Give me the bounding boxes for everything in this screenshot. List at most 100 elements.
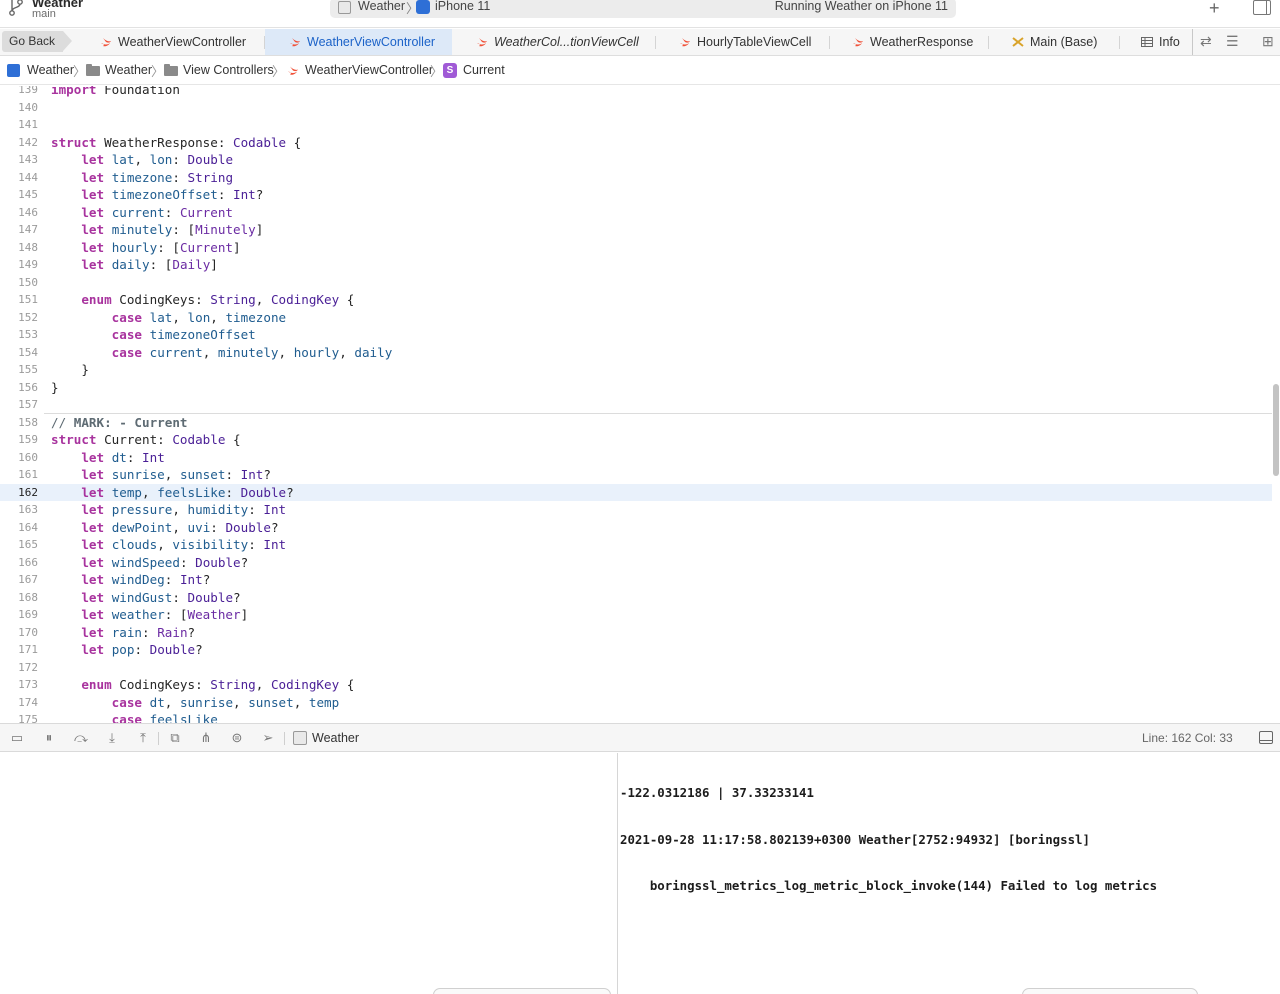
code-line[interactable]: 139 import Foundation (0, 86, 1272, 99)
code-line[interactable]: 167 let windDeg: Int? (0, 571, 1272, 589)
process-selector[interactable]: Weather (312, 731, 359, 745)
code-line[interactable]: 156} (0, 379, 1272, 397)
code-line[interactable]: 146 let current: Current (0, 204, 1272, 222)
code-line[interactable]: 158 // MARK: - Current (0, 414, 1272, 432)
line-number[interactable]: 151 (0, 291, 38, 309)
code-line[interactable]: 141 (0, 116, 1272, 134)
code-line[interactable]: 170 let rain: Rain? (0, 624, 1272, 642)
line-number[interactable]: 161 (0, 466, 38, 484)
code-line[interactable]: 149 let daily: [Daily] (0, 256, 1272, 274)
line-number[interactable]: 164 (0, 519, 38, 537)
tab-hourly-table-view-cell[interactable]: HourlyTableViewCell (679, 29, 829, 55)
line-number[interactable]: 153 (0, 326, 38, 344)
line-number[interactable]: 169 (0, 606, 38, 624)
line-number[interactable]: 174 (0, 694, 38, 712)
line-number[interactable]: 172 (0, 659, 38, 677)
environment-overrides-icon[interactable]: ⊜ (230, 731, 244, 745)
line-number[interactable]: 155 (0, 361, 38, 379)
code-line[interactable]: 148 let hourly: [Current] (0, 239, 1272, 257)
line-number[interactable]: 170 (0, 624, 38, 642)
code-line[interactable]: 171 let pop: Double? (0, 641, 1272, 659)
line-number[interactable]: 141 (0, 116, 38, 134)
line-number[interactable]: 150 (0, 274, 38, 292)
line-number[interactable]: 142 (0, 134, 38, 152)
line-number[interactable]: 160 (0, 449, 38, 467)
swap-arrows-icon[interactable]: ⇄ (1200, 33, 1212, 50)
code-line[interactable]: 173 enum CodingKeys: String, CodingKey { (0, 676, 1272, 694)
go-back-button[interactable]: Go Back (2, 31, 73, 52)
code-line[interactable]: 145 let timezoneOffset: Int? (0, 186, 1272, 204)
line-number[interactable]: 154 (0, 344, 38, 362)
hide-debug-area-icon[interactable]: ▭ (10, 731, 24, 745)
code-line[interactable]: 151 enum CodingKeys: String, CodingKey { (0, 291, 1272, 309)
tab-weather-collection-view-cell[interactable]: WeatherCol...tionViewCell (476, 29, 646, 55)
line-number[interactable]: 146 (0, 204, 38, 222)
line-number[interactable]: 162 (0, 484, 38, 502)
code-line[interactable]: 144 let timezone: String (0, 169, 1272, 187)
code-line[interactable]: 161 let sunrise, sunset: Int? (0, 466, 1272, 484)
tab-weather-view-controller[interactable]: WeatherViewController (100, 29, 260, 55)
line-number[interactable]: 139 (0, 86, 38, 99)
pane-divider[interactable] (617, 753, 618, 994)
code-line[interactable]: 166 let windSpeed: Double? (0, 554, 1272, 572)
line-number[interactable]: 148 (0, 239, 38, 257)
tab-info-plist[interactable]: Info (1141, 29, 1191, 55)
breadcrumb-group-weather[interactable]: Weather (105, 63, 152, 77)
code-line[interactable]: 163 let pressure, humidity: Int (0, 501, 1272, 519)
line-number[interactable]: 145 (0, 186, 38, 204)
breadcrumb-file[interactable]: WeatherViewController (305, 63, 433, 77)
code-line[interactable]: 143 let lat, lon: Double (0, 151, 1272, 169)
add-icon[interactable]: + (1209, 0, 1220, 19)
step-into-icon[interactable]: ⤓ (105, 731, 119, 745)
line-number[interactable]: 156 (0, 379, 38, 397)
code-line[interactable]: 154 case current, minutely, hourly, dail… (0, 344, 1272, 362)
code-line[interactable]: 164 let dewPoint, uvi: Double? (0, 519, 1272, 537)
breadcrumb-symbol[interactable]: Current (463, 63, 505, 77)
line-number[interactable]: 171 (0, 641, 38, 659)
code-line[interactable]: 147 let minutely: [Minutely] (0, 221, 1272, 239)
line-number[interactable]: 167 (0, 571, 38, 589)
console-output[interactable]: -122.0312186 | 37.33233141 2021-09-28 11… (620, 753, 1280, 994)
code-line[interactable]: 160 let dt: Int (0, 449, 1272, 467)
code-line[interactable]: 172 (0, 659, 1272, 677)
code-line[interactable]: 165 let clouds, visibility: Int (0, 536, 1272, 554)
code-line[interactable]: 175 case feelsLike (0, 711, 1272, 723)
line-number[interactable]: 165 (0, 536, 38, 554)
code-line[interactable]: 174 case dt, sunrise, sunset, temp (0, 694, 1272, 712)
line-number[interactable]: 143 (0, 151, 38, 169)
tab-main-storyboard[interactable]: Main (Base) (1012, 29, 1112, 55)
simulate-location-icon[interactable]: ➢ (261, 731, 275, 745)
step-out-icon[interactable]: ⤒ (136, 731, 150, 745)
console-filter-field[interactable] (1022, 988, 1198, 994)
code-line[interactable]: 150 (0, 274, 1272, 292)
editor-options-icon[interactable]: ☰ (1226, 33, 1239, 50)
breadcrumb-project[interactable]: Weather (27, 63, 74, 77)
line-number[interactable]: 140 (0, 99, 38, 117)
line-number[interactable]: 173 (0, 676, 38, 694)
inspector-toggle-icon[interactable] (1253, 0, 1271, 15)
code-line[interactable]: 155 } (0, 361, 1272, 379)
source-editor[interactable]: 139 import Foundation 140 141 142 struct Weat… (0, 86, 1280, 723)
scheme-selector[interactable]: Weather (358, 0, 405, 13)
line-number[interactable]: 168 (0, 589, 38, 607)
line-number[interactable]: 163 (0, 501, 38, 519)
code-line[interactable]: 153 case timezoneOffset (0, 326, 1272, 344)
code-line[interactable]: 140 (0, 99, 1272, 117)
line-number[interactable]: 158 (0, 414, 38, 432)
tab-weather-response[interactable]: WeatherResponse (852, 29, 982, 55)
breadcrumb-group-view-controllers[interactable]: View Controllers (183, 63, 274, 77)
variables-filter-field[interactable] (433, 988, 611, 994)
line-number[interactable]: 159 (0, 431, 38, 449)
pause-icon[interactable]: ⏸ (42, 731, 56, 745)
line-number[interactable]: 149 (0, 256, 38, 274)
line-number[interactable]: 147 (0, 221, 38, 239)
line-number[interactable]: 166 (0, 554, 38, 572)
code-line[interactable]: 152 case lat, lon, timezone (0, 309, 1272, 327)
code-line-current[interactable]: 162 let temp, feelsLike: Double? (0, 483, 1272, 502)
line-number[interactable]: 152 (0, 309, 38, 327)
code-line[interactable]: 142 struct WeatherResponse: Codable { (0, 134, 1272, 152)
device-selector[interactable]: iPhone 11 (435, 0, 490, 13)
line-number[interactable]: 144 (0, 169, 38, 187)
variables-view[interactable] (0, 753, 617, 994)
tab-weather-view-controller-active[interactable]: WeatherViewController (265, 29, 452, 55)
